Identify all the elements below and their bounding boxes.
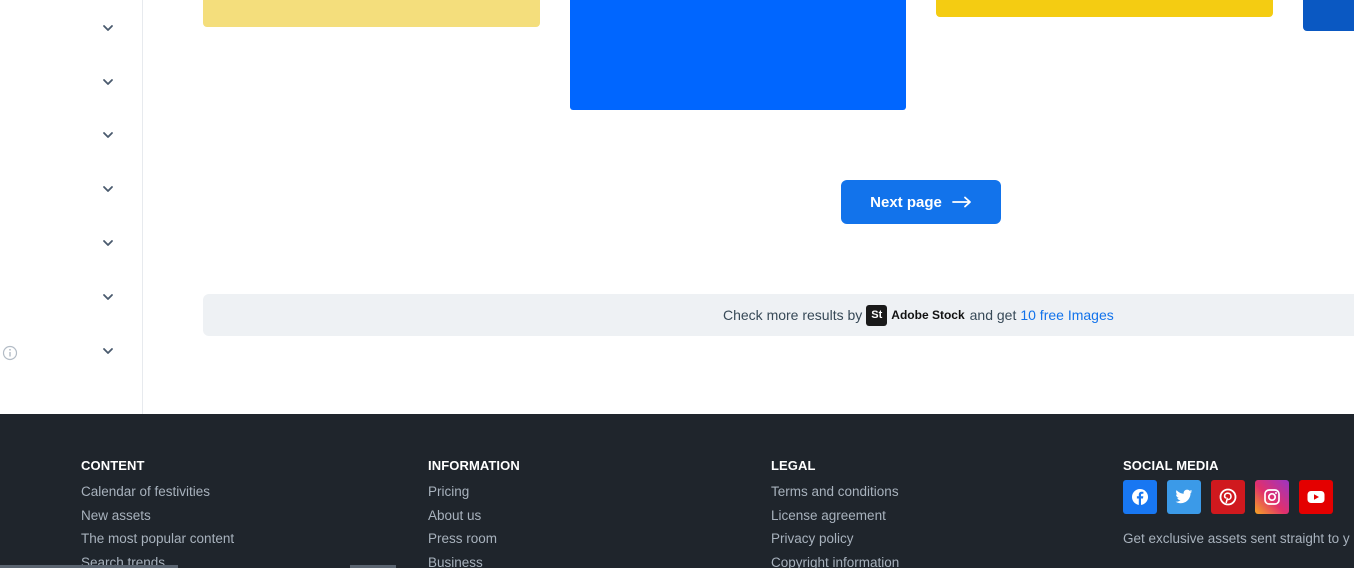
footer-link[interactable]: Business xyxy=(428,551,520,568)
footer-link[interactable]: Copyright information xyxy=(771,551,899,568)
info-icon[interactable] xyxy=(2,345,18,361)
arrow-right-icon xyxy=(951,196,972,208)
adobe-stock-brand: Adobe Stock xyxy=(891,308,965,322)
newsletter-text: Get exclusive assets sent straight to y xyxy=(1123,531,1350,546)
footer-link[interactable]: The most popular content xyxy=(81,527,234,551)
footer-column-social: SOCIAL MEDIA Get exclusive assets sent s… xyxy=(1123,458,1350,546)
footer-link[interactable]: New assets xyxy=(81,504,234,528)
adobe-stock-banner[interactable]: Check more results by St Adobe Stock and… xyxy=(203,294,1354,336)
filter-expand-chevron-down-icon[interactable] xyxy=(101,344,115,358)
footer-link[interactable]: Pricing xyxy=(428,480,520,504)
filter-expand-chevron-down-icon[interactable] xyxy=(101,236,115,250)
filters-sidebar xyxy=(0,0,143,414)
youtube-icon[interactable] xyxy=(1299,480,1333,514)
banner-middle-text: and get xyxy=(969,307,1017,323)
footer-column-legal: LEGAL Terms and conditions License agree… xyxy=(771,458,899,568)
next-page-label: Next page xyxy=(870,193,942,211)
footer-heading: LEGAL xyxy=(771,458,816,473)
instagram-icon[interactable] xyxy=(1255,480,1289,514)
pinterest-icon[interactable] xyxy=(1211,480,1245,514)
result-thumbnail[interactable] xyxy=(203,0,540,27)
free-images-link[interactable]: 10 free Images xyxy=(1020,307,1113,323)
facebook-icon[interactable] xyxy=(1123,480,1157,514)
footer-heading: INFORMATION xyxy=(428,458,520,473)
next-page-button[interactable]: Next page xyxy=(841,180,1001,224)
result-thumbnail[interactable] xyxy=(936,0,1273,17)
filter-expand-chevron-down-icon[interactable] xyxy=(101,290,115,304)
footer-link[interactable]: Press room xyxy=(428,527,520,551)
footer-column-content: CONTENT Calendar of festivities New asse… xyxy=(81,458,234,568)
social-links xyxy=(1123,480,1350,514)
filter-expand-chevron-down-icon[interactable] xyxy=(101,21,115,35)
footer-heading: SOCIAL MEDIA xyxy=(1123,458,1219,473)
adobe-stock-logo-icon: St xyxy=(866,304,888,326)
page: Next page Check more results by St Adobe… xyxy=(0,0,1354,568)
footer-link[interactable]: Terms and conditions xyxy=(771,480,899,504)
footer-column-information: INFORMATION Pricing About us Press room … xyxy=(428,458,520,568)
footer-heading: CONTENT xyxy=(81,458,145,473)
site-footer: CONTENT Calendar of festivities New asse… xyxy=(0,414,1354,568)
banner-prefix-text: Check more results by xyxy=(723,307,863,323)
twitter-icon[interactable] xyxy=(1167,480,1201,514)
footer-link[interactable]: License agreement xyxy=(771,504,899,528)
footer-link[interactable]: About us xyxy=(428,504,520,528)
result-thumbnail[interactable] xyxy=(570,0,906,110)
footer-link[interactable]: Privacy policy xyxy=(771,527,899,551)
result-thumbnail[interactable] xyxy=(1303,0,1354,31)
filter-expand-chevron-down-icon[interactable] xyxy=(101,75,115,89)
filter-expand-chevron-down-icon[interactable] xyxy=(101,128,115,142)
filter-expand-chevron-down-icon[interactable] xyxy=(101,182,115,196)
footer-link[interactable]: Calendar of festivities xyxy=(81,480,234,504)
